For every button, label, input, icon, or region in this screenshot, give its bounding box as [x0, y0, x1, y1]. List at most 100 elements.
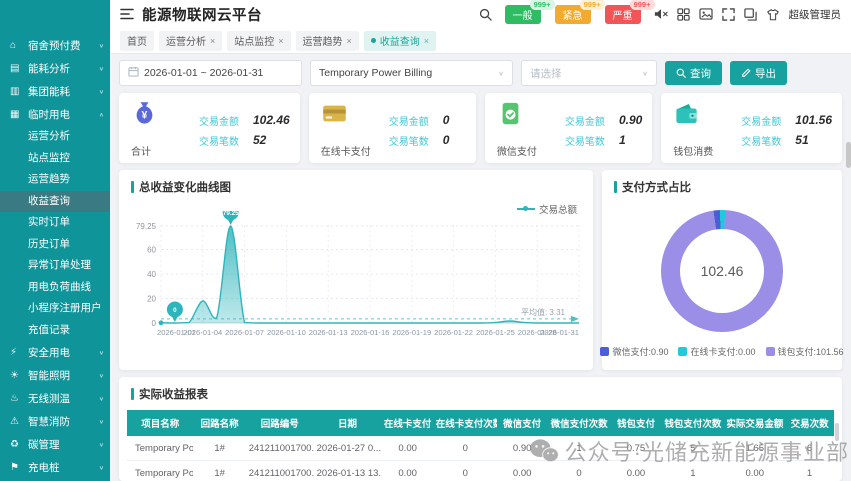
page-scrollbar[interactable] [846, 142, 851, 168]
sidebar-item[interactable]: ⚡安全用电∨ [0, 341, 110, 364]
close-icon[interactable]: × [210, 36, 215, 46]
content-area: 2026-01-01 ~ 2026-01-31 Temporary Power … [110, 54, 851, 481]
table-header-cell[interactable]: 在线卡支付 [381, 410, 433, 436]
sidebar-item[interactable]: ⌂宿舍预付费∨ [0, 34, 110, 57]
table-header-cell[interactable]: 钱包支付 [611, 410, 662, 436]
billing-type-select[interactable]: Temporary Power Billing ∨ [310, 60, 513, 86]
sidebar-subitem[interactable]: 实时订单 [0, 212, 110, 234]
revenue-line-chart[interactable]: 020406079.252026-01-012026-01-042026-01-… [119, 197, 593, 356]
tab-站点监控[interactable]: 站点监控× [227, 31, 290, 51]
tab-首页[interactable]: 首页 [120, 31, 154, 51]
sidebar-submenu: 运营分析站点监控运营趋势收益查询实时订单历史订单异常订单处理用电负荷曲线小程序注… [0, 126, 110, 341]
sidebar-item[interactable]: ▥集团能耗∨ [0, 80, 110, 103]
sidebar-item[interactable]: ▦临时用电∧ [0, 103, 110, 126]
sidebar-subitem[interactable]: 历史订单 [0, 234, 110, 256]
sidebar-subitem[interactable]: 运营趋势 [0, 169, 110, 191]
table-header-cell[interactable]: 项目名称 [127, 410, 193, 436]
tab-bar: 首页运营分析×站点监控× 运营趋势×收益查询× [110, 28, 851, 54]
search-button-label: 查询 [690, 66, 711, 81]
alarm-count-badge: 999+ [580, 0, 605, 10]
temperature-icon: ♨ [10, 393, 24, 404]
sidebar-item[interactable]: ♨无线测温∨ [0, 387, 110, 410]
sidebar-item[interactable]: ⚑充电桩∨ [0, 456, 110, 479]
sidebar-item[interactable]: ⚠智慧消防∨ [0, 410, 110, 433]
date-range-input[interactable]: 2026-01-01 ~ 2026-01-31 [119, 60, 302, 86]
sidebar-subitem[interactable]: 用电负荷曲线 [0, 277, 110, 299]
pie-legend-item[interactable]: 微信支付:0.90 [600, 345, 668, 358]
sidebar-subitem[interactable]: 运营分析 [0, 126, 110, 148]
alarm-badges: 一般999+ 紧急999+ 严重999+ [505, 5, 641, 24]
loop-select[interactable]: 请选择 ∨ [521, 60, 657, 86]
table-header-cell[interactable]: 日期 [314, 410, 382, 436]
table-scrollbar[interactable] [835, 423, 839, 441]
pie-legend-item[interactable]: 钱包支付:101.56 [766, 345, 844, 358]
sidebar-subitem[interactable]: 充值记录 [0, 320, 110, 342]
stat-card: ¥合计交易金额102.46交易笔数52 [119, 93, 300, 163]
alarm-badge[interactable]: 紧急999+ [555, 5, 591, 24]
chevron-down-icon: ∨ [99, 395, 104, 401]
menu-toggle-icon[interactable] [120, 8, 134, 20]
table-cell: 1.65 [724, 436, 785, 461]
title-accent-bar [131, 181, 134, 193]
tab-收益查询[interactable]: 收益查询× [364, 31, 436, 51]
tab-运营分析[interactable]: 运营分析× [159, 31, 222, 51]
sidebar-item[interactable]: ♻碳管理∨ [0, 433, 110, 456]
svg-text:2026-01-19: 2026-01-19 [392, 328, 431, 337]
tab-运营趋势[interactable]: 运营趋势× [296, 31, 359, 51]
stat-card: 钱包消费交易金额101.56交易笔数51 [661, 93, 842, 163]
table-header-cell[interactable]: 交易次数 [785, 410, 834, 436]
search-button[interactable]: 查询 [665, 61, 722, 85]
money-bag-icon: ¥ [131, 100, 158, 130]
pie-legend-item[interactable]: 在线卡支付:0.00 [678, 345, 755, 358]
table-header-cell[interactable]: 回路名称 [193, 410, 245, 436]
loop-select-placeholder: 请选择 [530, 66, 562, 81]
chevron-down-icon: ∨ [99, 349, 104, 355]
table-row[interactable]: Temporary Po...1#241211001700...2026-01-… [127, 436, 834, 461]
fullscreen-icon[interactable] [722, 8, 735, 21]
stat-card-name: 在线卡支付 [321, 143, 371, 158]
topbar-actions: 一般999+ 紧急999+ 严重999+ [479, 5, 842, 24]
line-chart-title: 总收益变化曲线图 [119, 170, 593, 197]
mute-icon[interactable] [654, 8, 668, 20]
close-icon[interactable]: × [347, 36, 352, 46]
table-cell: 0.00 [381, 436, 433, 461]
title-accent-bar [614, 181, 617, 193]
admin-name[interactable]: 超级管理员 [789, 7, 842, 22]
table-header-cell[interactable]: 实际交易金额 [724, 410, 785, 436]
alarm-badge[interactable]: 严重999+ [605, 5, 641, 24]
calendar-icon [128, 66, 139, 80]
alarm-badge[interactable]: 一般999+ [505, 5, 541, 24]
sidebar-subitem[interactable]: 小程序注册用户 [0, 298, 110, 320]
sidebar-subitem[interactable]: 站点监控 [0, 148, 110, 170]
image-icon[interactable] [699, 8, 713, 20]
table-header-cell[interactable]: 微信支付 [497, 410, 548, 436]
app-root: ⌂宿舍预付费∨▤能耗分析∨▥集团能耗∨▦临时用电∧运营分析站点监控运营趋势收益查… [0, 0, 851, 481]
table-cell: 0.90 [497, 436, 548, 461]
stat-card: 在线卡支付交易金额0交易笔数0 [309, 93, 476, 163]
table-header-cell[interactable]: 在线卡支付次数 [434, 410, 497, 436]
table-header-cell[interactable]: 微信支付次数 [548, 410, 611, 436]
payment-donut-chart[interactable]: 102.46 [661, 210, 783, 332]
svg-text:0: 0 [152, 319, 157, 328]
theme-shirt-icon[interactable] [766, 8, 780, 21]
payment-pie-panel: 支付方式占比 102.46 微信支付:0.90在线卡支付:0.00钱包支付:10… [602, 170, 842, 370]
revenue-line-chart-panel: 总收益变化曲线图 交易总额 020406079.252026-01-012026… [119, 170, 593, 370]
table-header-cell[interactable]: 回路编号 [246, 410, 314, 436]
svg-text:2026-01-10: 2026-01-10 [267, 328, 306, 337]
grid-icon[interactable] [677, 8, 690, 21]
search-icon[interactable] [479, 8, 492, 21]
table-cell: 1 [785, 461, 834, 481]
sidebar-subitem[interactable]: 异常订单处理 [0, 255, 110, 277]
fire-icon: ⚠ [10, 416, 24, 427]
sidebar-item[interactable]: ☀智能照明∨ [0, 364, 110, 387]
carbon-icon: ♻ [10, 439, 24, 450]
copy-icon[interactable] [744, 8, 757, 21]
line-chart-legend[interactable]: 交易总额 [517, 202, 577, 216]
table-row[interactable]: Temporary Po...1#241211001700...2026-01-… [127, 461, 834, 481]
sidebar-subitem[interactable]: 收益查询 [0, 191, 110, 213]
table-header-cell[interactable]: 钱包支付次数 [661, 410, 724, 436]
close-icon[interactable]: × [424, 36, 429, 46]
close-icon[interactable]: × [278, 36, 283, 46]
export-button[interactable]: 导出 [730, 61, 787, 85]
sidebar-item[interactable]: ▤能耗分析∨ [0, 57, 110, 80]
